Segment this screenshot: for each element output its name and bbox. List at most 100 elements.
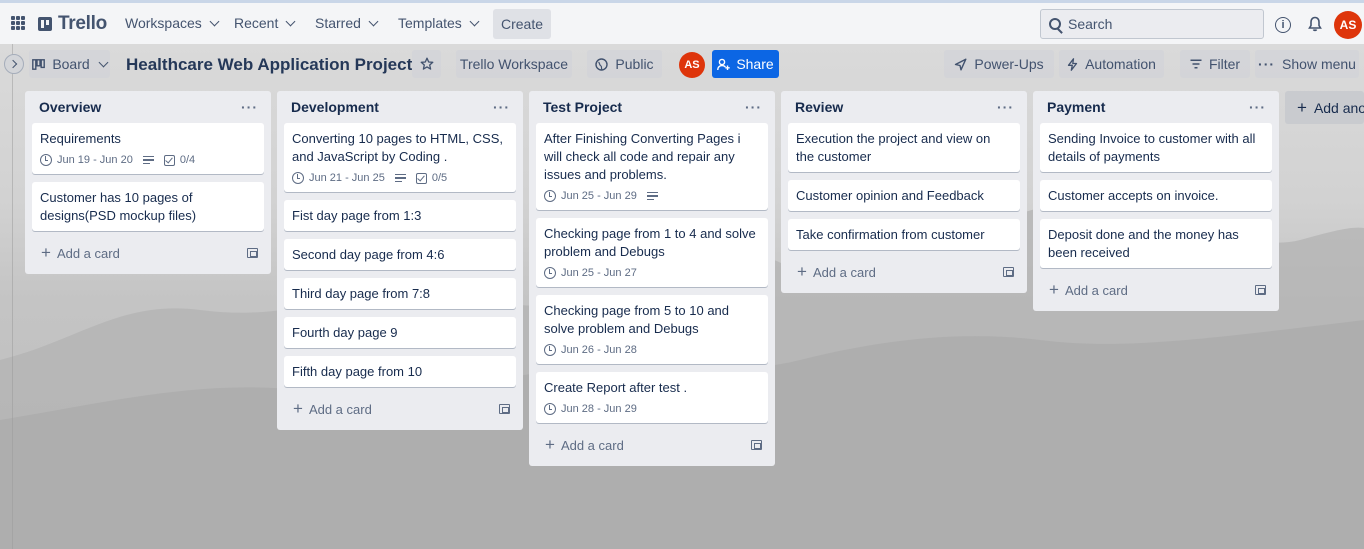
nav-recent[interactable]: Recent <box>234 15 296 31</box>
card[interactable]: Third day page from 7:8 <box>284 278 516 309</box>
list-actions-icon[interactable]: ··· <box>997 99 1014 115</box>
due-date-badge[interactable]: Jun 25 - Jun 27 <box>544 267 637 279</box>
star-board-button[interactable] <box>412 50 441 78</box>
card-title: Customer opinion and Feedback <box>796 188 984 203</box>
list-header[interactable]: Payment ··· <box>1040 91 1272 123</box>
add-list-button[interactable]: + Add another list <box>1285 91 1364 124</box>
card-template-icon[interactable] <box>499 404 510 414</box>
plus-icon: + <box>545 435 555 454</box>
due-date-text: Jun 28 - Jun 29 <box>561 403 637 415</box>
power-ups-button[interactable]: Power-Ups <box>944 50 1054 78</box>
plus-icon: + <box>293 399 303 418</box>
visibility-button[interactable]: Public <box>587 50 662 78</box>
card[interactable]: Create Report after test . Jun 28 - Jun … <box>536 372 768 423</box>
list-header[interactable]: Review ··· <box>788 91 1020 123</box>
card-title: Execution the project and view on the cu… <box>796 131 991 164</box>
nav-starred[interactable]: Starred <box>315 15 379 31</box>
clock-icon <box>544 267 556 279</box>
add-card-row: + Add a card <box>1040 276 1272 304</box>
nav-templates[interactable]: Templates <box>398 15 480 31</box>
search-input[interactable] <box>1068 16 1248 32</box>
chevron-down-icon <box>469 16 480 26</box>
card-template-icon[interactable] <box>1255 285 1266 295</box>
card-title: Sending Invoice to customer with all det… <box>1048 131 1256 164</box>
list-actions-icon[interactable]: ··· <box>1249 99 1266 115</box>
chevron-down-icon <box>368 16 379 26</box>
nav-workspaces[interactable]: Workspaces <box>125 15 220 31</box>
due-date-badge[interactable]: Jun 25 - Jun 29 <box>544 190 637 202</box>
list-payment: Payment ··· Sending Invoice to customer … <box>1033 91 1279 311</box>
card[interactable]: Fourth day page 9 <box>284 317 516 348</box>
member-avatar[interactable]: AS <box>679 52 705 78</box>
card[interactable]: Customer opinion and Feedback <box>788 180 1020 211</box>
card[interactable]: Converting 10 pages to HTML, CSS, and Ja… <box>284 123 516 192</box>
share-button[interactable]: Share <box>712 50 779 78</box>
card-title: Checking page from 1 to 4 and solve prob… <box>544 226 756 259</box>
list-title[interactable]: Payment <box>1047 99 1105 115</box>
due-date-badge[interactable]: Jun 28 - Jun 29 <box>544 403 637 415</box>
filter-button[interactable]: Filter <box>1180 50 1250 78</box>
plus-icon: + <box>1297 97 1307 117</box>
card[interactable]: Fifth day page from 10 <box>284 356 516 387</box>
show-menu-button[interactable]: ··· Show menu <box>1255 50 1359 78</box>
due-date-badge[interactable]: Jun 19 - Jun 20 <box>40 154 133 166</box>
share-label: Share <box>736 56 774 72</box>
app-switcher-icon[interactable] <box>11 16 25 30</box>
search-icon <box>1049 18 1061 30</box>
card[interactable]: Customer accepts on invoice. <box>1040 180 1272 211</box>
nav-recent-label: Recent <box>234 15 279 31</box>
card-template-icon[interactable] <box>1003 267 1014 277</box>
list-title[interactable]: Overview <box>39 99 101 115</box>
list-title[interactable]: Review <box>795 99 843 115</box>
card[interactable]: After Finishing Converting Pages i will … <box>536 123 768 210</box>
due-date-badge[interactable]: Jun 26 - Jun 28 <box>544 344 637 356</box>
add-card-row: + Add a card <box>32 239 264 267</box>
card-template-icon[interactable] <box>247 248 258 258</box>
trello-logo[interactable]: Trello <box>38 13 107 35</box>
card[interactable]: Fist day page from 1:3 <box>284 200 516 231</box>
card[interactable]: Customer has 10 pages of designs(PSD moc… <box>32 182 264 231</box>
create-button[interactable]: Create <box>493 9 551 39</box>
info-icon[interactable]: i <box>1275 17 1291 33</box>
list-header[interactable]: Development ··· <box>284 91 516 123</box>
card[interactable]: Checking page from 1 to 4 and solve prob… <box>536 218 768 287</box>
add-card-label: Add a card <box>560 437 624 453</box>
card-title: Fist day page from 1:3 <box>292 208 422 223</box>
search-box[interactable] <box>1040 9 1264 39</box>
list-actions-icon[interactable]: ··· <box>241 99 258 115</box>
list-title[interactable]: Test Project <box>543 99 622 115</box>
add-card-button[interactable]: + Add a card <box>41 244 120 261</box>
card[interactable]: Sending Invoice to customer with all det… <box>1040 123 1272 172</box>
add-card-button[interactable]: + Add a card <box>545 435 624 454</box>
checklist-icon <box>163 154 175 166</box>
board-title[interactable]: Healthcare Web Application Project <box>126 55 412 75</box>
list-actions-icon[interactable]: ··· <box>493 99 510 115</box>
power-ups-label: Power-Ups <box>974 56 1044 72</box>
card[interactable]: Take confirmation from customer <box>788 219 1020 250</box>
card-title: Take confirmation from customer <box>796 227 985 242</box>
card[interactable]: Checking page from 5 to 10 and solve pro… <box>536 295 768 364</box>
automation-button[interactable]: Automation <box>1059 50 1164 78</box>
add-card-button[interactable]: + Add a card <box>293 399 372 418</box>
list-actions-icon[interactable]: ··· <box>745 99 762 115</box>
due-date-text: Jun 19 - Jun 20 <box>57 154 133 166</box>
notification-bell-icon[interactable] <box>1308 16 1322 32</box>
sidebar-expand-button[interactable] <box>4 54 24 74</box>
chevron-down-icon <box>98 57 109 67</box>
card[interactable]: Deposit done and the money has been rece… <box>1040 219 1272 268</box>
add-card-button[interactable]: + Add a card <box>797 263 876 280</box>
card-template-icon[interactable] <box>751 440 762 450</box>
board-view-switcher[interactable]: Board <box>29 50 110 78</box>
list-header[interactable]: Overview ··· <box>32 91 264 123</box>
due-date-badge[interactable]: Jun 21 - Jun 25 <box>292 172 385 184</box>
add-card-button[interactable]: + Add a card <box>1049 281 1128 298</box>
card[interactable]: Execution the project and view on the cu… <box>788 123 1020 172</box>
account-avatar[interactable]: AS <box>1334 11 1362 39</box>
card[interactable]: Requirements Jun 19 - Jun 20 0/4 <box>32 123 264 174</box>
card[interactable]: Second day page from 4:6 <box>284 239 516 270</box>
list-header[interactable]: Test Project ··· <box>536 91 768 123</box>
board-header: Board Healthcare Web Application Project… <box>0 44 1364 86</box>
workspace-button[interactable]: Trello Workspace <box>456 50 572 78</box>
card-title: Fourth day page 9 <box>292 325 398 340</box>
list-title[interactable]: Development <box>291 99 379 115</box>
